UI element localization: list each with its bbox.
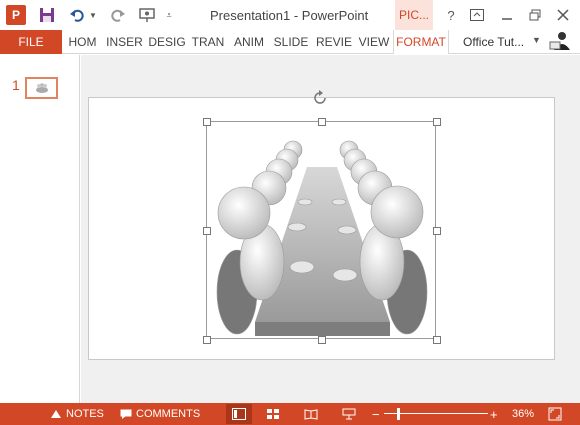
slide-number: 1	[12, 77, 20, 93]
tab-format[interactable]: FORMAT	[393, 30, 449, 54]
powerpoint-logo-icon[interactable]: P	[6, 5, 26, 25]
avatar[interactable]	[548, 30, 572, 52]
resize-handle-left[interactable]	[203, 227, 211, 235]
restore-icon[interactable]	[524, 5, 546, 25]
comment-icon	[120, 409, 132, 419]
fit-slide-icon[interactable]	[548, 403, 562, 425]
tab-review[interactable]: REVIE	[314, 30, 354, 54]
resize-handle-bottom[interactable]	[318, 336, 326, 344]
tab-design[interactable]: DESIG	[147, 30, 187, 54]
resize-handle-right[interactable]	[433, 227, 441, 235]
comments-button[interactable]: COMMENTS	[120, 403, 200, 425]
title-bar: P ▼ ⩡ Presentation1 - PowerPoint PIC... …	[0, 0, 580, 30]
tab-file[interactable]: FILE	[0, 30, 62, 54]
meeting-table-figures-image	[216, 140, 428, 336]
tab-slide-show[interactable]: SLIDE	[272, 30, 310, 54]
zoom-in-button[interactable]: +	[490, 403, 498, 425]
slide-sorter-view-icon[interactable]	[260, 404, 286, 424]
resize-handle-top-right[interactable]	[433, 118, 441, 126]
reading-view-icon[interactable]	[298, 404, 324, 424]
notes-button[interactable]: NOTES	[50, 403, 104, 425]
resize-handle-bottom-left[interactable]	[203, 336, 211, 344]
tab-animations[interactable]: ANIM	[230, 30, 268, 54]
undo-dropdown-icon[interactable]: ▼	[88, 5, 98, 25]
comments-label: COMMENTS	[136, 408, 201, 420]
customize-toolbar-icon[interactable]: ⩡	[162, 5, 176, 25]
resize-handle-top-left[interactable]	[203, 118, 211, 126]
resize-handle-top[interactable]	[318, 118, 326, 126]
tab-home[interactable]: HOM	[65, 30, 100, 54]
save-icon[interactable]	[36, 5, 58, 25]
slide-canvas[interactable]	[88, 90, 555, 360]
picture-tools-tab-header[interactable]: PIC...	[395, 0, 433, 30]
close-icon[interactable]	[552, 5, 574, 25]
redo-icon[interactable]	[108, 5, 128, 25]
app-logo-letter: P	[11, 8, 20, 22]
powerpoint-window: P ▼ ⩡ Presentation1 - PowerPoint PIC... …	[0, 0, 580, 425]
chevron-down-icon[interactable]: ▼	[532, 35, 541, 45]
zoom-slider-thumb[interactable]	[397, 408, 400, 420]
slide-thumbnail[interactable]	[25, 77, 58, 99]
thumbnail-picture-icon	[35, 83, 48, 93]
slide-show-view-icon[interactable]	[336, 404, 362, 424]
notes-icon	[51, 410, 61, 418]
zoom-out-button[interactable]: −	[372, 403, 380, 425]
notes-label: NOTES	[66, 408, 104, 420]
resize-handle-bottom-right[interactable]	[433, 336, 441, 344]
ribbon-tabs: FILE HOM INSER DESIG TRAN ANIM SLIDE REV…	[0, 30, 580, 54]
slideshow-start-icon[interactable]	[136, 5, 158, 25]
user-account-name[interactable]: Office Tut...	[463, 30, 524, 54]
status-bar: NOTES COMMENTS − + 36%	[0, 403, 580, 425]
undo-icon[interactable]	[66, 5, 88, 25]
slide-editor	[81, 55, 580, 403]
window-title: Presentation1 - PowerPoint	[210, 8, 369, 23]
selected-picture[interactable]	[203, 118, 441, 344]
tab-transitions[interactable]: TRAN	[190, 30, 226, 54]
help-button[interactable]: ?	[440, 5, 462, 25]
zoom-level[interactable]: 36%	[512, 403, 534, 425]
normal-view-icon[interactable]	[226, 404, 252, 424]
slide-thumbnail-pane: 1	[0, 55, 80, 403]
ribbon-display-options-icon[interactable]	[466, 5, 488, 25]
rotate-handle-icon[interactable]	[311, 89, 329, 112]
tab-view[interactable]: VIEW	[357, 30, 391, 54]
minimize-icon[interactable]	[496, 5, 518, 25]
tab-insert[interactable]: INSER	[105, 30, 144, 54]
